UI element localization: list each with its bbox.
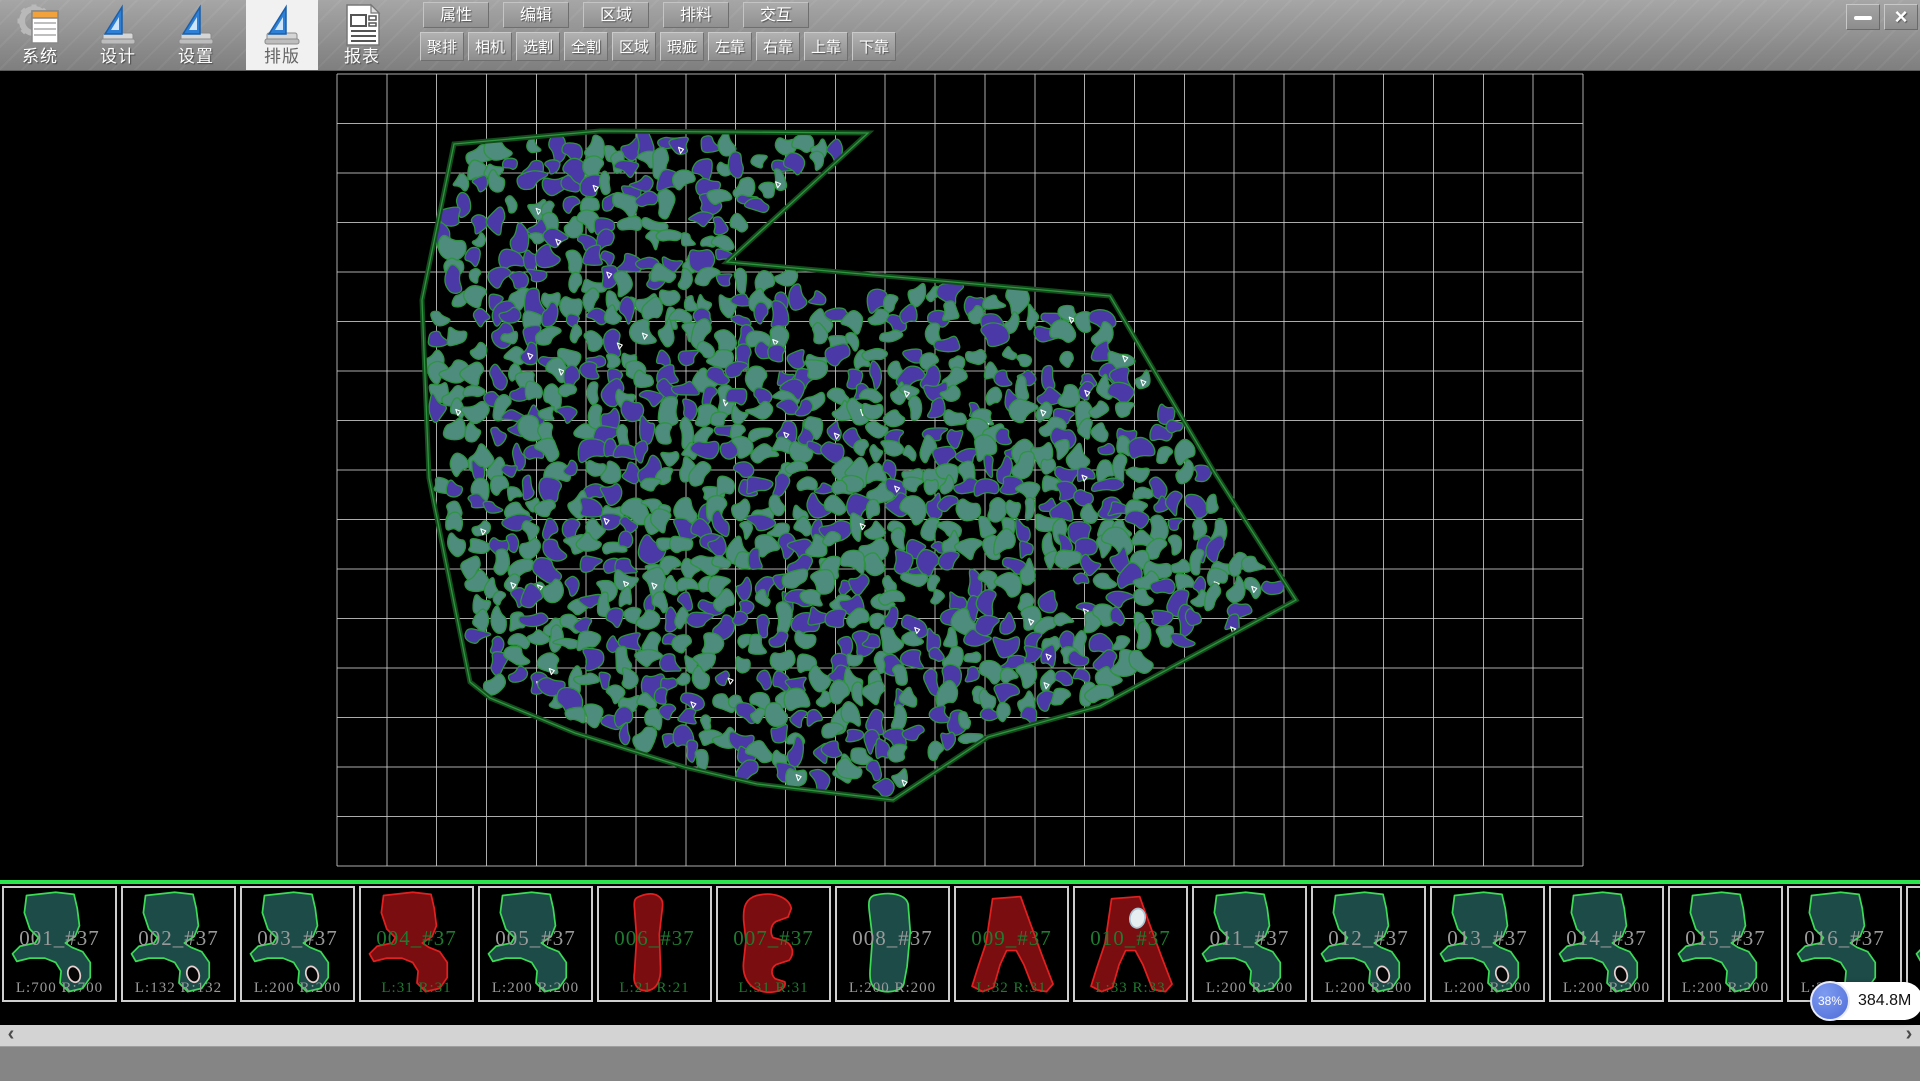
piece-thumbnail[interactable]: 002_#37 L:132 R:132	[121, 886, 236, 1002]
minimize-button[interactable]	[1846, 4, 1880, 30]
piece-lr-label: L:200 R:200	[1194, 980, 1305, 997]
piece-id-label: 009_#37	[956, 926, 1067, 951]
piece-thumbnail[interactable]: 005_#37 L:200 R:200	[478, 886, 593, 1002]
tool-button-4[interactable]: 全割	[564, 32, 608, 61]
strip-top-line	[0, 880, 1920, 884]
piece-lr-label: L:132 R:132	[123, 980, 234, 997]
piece-id-label: 007_#37	[718, 926, 829, 951]
report-doc-icon	[339, 3, 385, 47]
piece-thumbnail[interactable]: 010_#37 L:33 R:33	[1073, 886, 1188, 1002]
piece-id-label: 010_#37	[1075, 926, 1186, 951]
piece-id-label: 008_#37	[837, 926, 948, 951]
piece-id-label: 005_#37	[480, 926, 591, 951]
scroll-right-button[interactable]: ›	[1898, 1025, 1920, 1046]
ribbon-tab-4[interactable]: 排版	[246, 0, 318, 70]
piece-lr-label: L:33 R:33	[1075, 980, 1186, 997]
menu-button-5[interactable]: 交互	[743, 2, 809, 28]
ribbon-tab-label: 排版	[246, 42, 318, 67]
minimize-icon	[1854, 16, 1872, 20]
piece-id-label: 001_#37	[4, 926, 115, 951]
status-bar	[0, 1046, 1920, 1081]
status-badge: 38% 384.8M	[1812, 982, 1920, 1020]
piece-thumbnail[interactable]: 014_#37 L:200 R:200	[1549, 886, 1664, 1002]
tool-button-10[interactable]: 下靠	[852, 32, 896, 61]
piece-id-label: 014_#37	[1551, 926, 1662, 951]
piece-id-label: 006_#37	[599, 926, 710, 951]
piece-thumbnail[interactable]: 004_#37 L:31 R:31	[359, 886, 474, 1002]
piece-thumbnail[interactable]: 009_#37 L:32 R:31	[954, 886, 1069, 1002]
menu-button-4[interactable]: 排料	[663, 2, 729, 28]
piece-lr-label: L:200 R:200	[1670, 980, 1781, 997]
tool-button-1[interactable]: 聚排	[420, 32, 464, 61]
piece-thumbnail[interactable]: 015_#37 L:200 R:200	[1668, 886, 1783, 1002]
tool-button-8[interactable]: 右靠	[756, 32, 800, 61]
piece-lr-label: L:200 R:200	[1432, 980, 1543, 997]
piece-lr-label: L:21 R:21	[599, 980, 710, 997]
piece-lr-label: L:32 R:31	[956, 980, 1067, 997]
ribbon-tab-label: 设置	[160, 42, 232, 67]
piece-id-label: 013_#37	[1432, 926, 1543, 951]
layout-triangle-icon	[259, 3, 305, 47]
ribbon-tab-3[interactable]: 设置	[160, 0, 232, 70]
progress-circle: 38%	[1810, 981, 1850, 1021]
piece-lr-label: L:700 R:700	[4, 980, 115, 997]
tool-button-5[interactable]: 区域	[612, 32, 656, 61]
memory-value: 384.8M	[1858, 992, 1911, 1010]
piece-lr-label: L:31 R:31	[718, 980, 829, 997]
piece-thumbnail[interactable]: 003_#37 L:200 R:200	[240, 886, 355, 1002]
piece-lr-label: L:200 R:200	[242, 980, 353, 997]
piece-thumbnail[interactable]: 011_#37 L:200 R:200	[1192, 886, 1307, 1002]
nesting-canvas[interactable]	[0, 70, 1920, 880]
piece-lr-label: L:200 R:200	[1551, 980, 1662, 997]
design-triangle-icon	[95, 3, 141, 47]
tool-button-3[interactable]: 选割	[516, 32, 560, 61]
piece-lr-label: L:31 R:31	[361, 980, 472, 997]
piece-id-label: 016_#37	[1789, 926, 1900, 951]
menu-button-1[interactable]: 属性	[423, 2, 489, 28]
horizontal-scrollbar[interactable]: ‹ ›	[0, 1025, 1920, 1046]
piece-thumbnail[interactable]: 007_#37 L:31 R:31	[716, 886, 831, 1002]
piece-thumbnail[interactable]: 008_#37 L:200 R:200	[835, 886, 950, 1002]
piece-lr-label: L:200 R:200	[1313, 980, 1424, 997]
settings-triangle-icon	[173, 3, 219, 47]
tool-button-6[interactable]: 瑕疵	[660, 32, 704, 61]
scroll-left-button[interactable]: ‹	[0, 1025, 22, 1046]
piece-thumbnail[interactable]: 006_#37 L:21 R:21	[597, 886, 712, 1002]
piece-thumbnail[interactable]: 012_#37 L:200 R:200	[1311, 886, 1426, 1002]
piece-thumbnail[interactable]: 001_#37 L:700 R:700	[2, 886, 117, 1002]
piece-id-label: 012_#37	[1313, 926, 1424, 951]
piece-thumbnail-strip: 001_#37 L:700 R:700 002_#37 L:132 R:132 003_…	[0, 880, 1920, 1025]
close-icon: ×	[1895, 4, 1908, 29]
piece-lr-label: L:200 R:200	[480, 980, 591, 997]
piece-id-label: 002_#37	[123, 926, 234, 951]
piece-id-label: 004_#37	[361, 926, 472, 951]
piece-id-label: 003_#37	[242, 926, 353, 951]
piece-lr-label: L:200 R:200	[837, 980, 948, 997]
ribbon-tab-label: 系统	[4, 42, 76, 67]
tool-button-9[interactable]: 上靠	[804, 32, 848, 61]
menu-button-2[interactable]: 编辑	[503, 2, 569, 28]
piece-thumbnail[interactable]: 013_#37 L:200 R:200	[1430, 886, 1545, 1002]
nested-pieces-pattern	[422, 129, 1284, 796]
piece-id-label: 015_#37	[1670, 926, 1781, 951]
ribbon-tab-5[interactable]: 报表	[326, 0, 398, 70]
ribbon-tab-1[interactable]: 系统	[4, 0, 76, 70]
ribbon-toolbar: 系统设计设置排版报表 属性编辑区域排料交互 聚排相机选割全割区域瑕疵左靠右靠上靠…	[0, 0, 1920, 71]
tool-button-2[interactable]: 相机	[468, 32, 512, 61]
piece-id-label: 011_#37	[1194, 926, 1305, 951]
close-button[interactable]: ×	[1884, 4, 1918, 30]
system-gear-doc-icon	[17, 3, 63, 47]
ribbon-tab-label: 设计	[82, 42, 154, 67]
ribbon-tab-label: 报表	[326, 42, 398, 67]
ribbon-tab-2[interactable]: 设计	[82, 0, 154, 70]
progress-percent: 38%	[1818, 994, 1842, 1008]
nesting-layout-svg	[0, 70, 1920, 880]
menu-button-3[interactable]: 区域	[583, 2, 649, 28]
piece-id-label: 017_#37	[1908, 926, 1920, 951]
tool-button-7[interactable]: 左靠	[708, 32, 752, 61]
